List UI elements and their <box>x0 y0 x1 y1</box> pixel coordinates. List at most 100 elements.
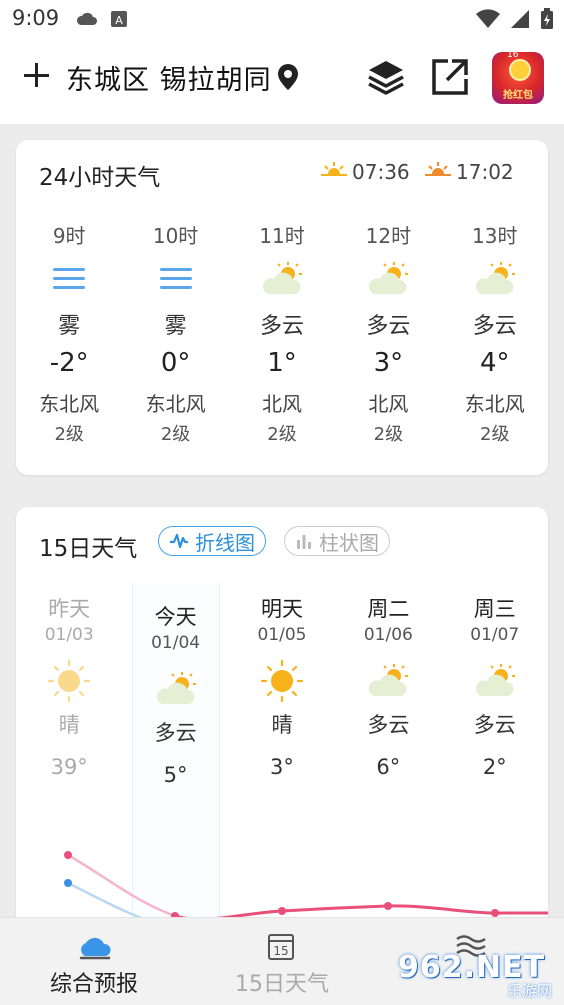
hour-temp: 0° <box>160 348 191 378</box>
day-temp: 2° <box>482 755 507 779</box>
day-item[interactable]: 明天 01/05 晴 3° <box>229 593 335 787</box>
day-condition: 多云 <box>473 713 516 737</box>
watermark-sub: 乐游网 <box>506 982 552 1000</box>
high-temp-point-tomorrow <box>278 907 286 915</box>
hour-time: 12时 <box>365 224 412 248</box>
signal-icon <box>511 10 529 28</box>
battery-icon <box>541 8 553 29</box>
day-date: 01/05 <box>257 625 307 645</box>
hour-wind-level: 2级 <box>373 424 404 445</box>
fog-icon <box>159 268 192 289</box>
sunset-time: 17:02 <box>456 160 514 184</box>
day-condition: 多云 <box>367 713 410 737</box>
day-name: 昨天 <box>48 597 91 621</box>
hour-item: 10时 雾 0° 东北风 2级 <box>122 220 228 446</box>
tab-bar-chart[interactable]: 柱状图 <box>284 526 390 556</box>
temperature-trend-chart <box>64 851 548 927</box>
site-watermark: 962.NET 乐游网 <box>398 950 558 1000</box>
hour-wind-level: 2级 <box>54 424 84 445</box>
sunny-icon <box>48 659 91 703</box>
share-button[interactable] <box>430 57 470 97</box>
hour-condition: 多云 <box>259 314 304 339</box>
hour-temp: 4° <box>479 348 510 378</box>
low-temp-point-yesterday <box>64 879 72 887</box>
hour-time: 13时 <box>472 224 518 248</box>
status-time: 9:09 <box>12 6 60 30</box>
app-notification-icon: A <box>111 11 127 27</box>
partly-cloudy-icon <box>262 262 302 294</box>
day-temp: 5° <box>163 763 188 787</box>
hour-wind: 北风 <box>261 392 302 416</box>
tab-line-chart[interactable]: 折线图 <box>158 526 266 556</box>
partly-cloudy-icon <box>156 672 196 704</box>
hourly-list[interactable]: 9时 雾 -2° 东北风 2级 10时 雾 0° 东北风 2级 11时 多云 1… <box>16 220 548 446</box>
nav-forecast[interactable]: 综合预报 <box>0 918 188 1005</box>
day-date: 01/06 <box>363 625 413 645</box>
coin-icon <box>509 59 531 81</box>
high-temp-point-yesterday <box>64 851 72 859</box>
sunny-icon <box>260 659 304 703</box>
wifi-icon <box>476 9 500 28</box>
hour-condition: 雾 <box>164 314 187 339</box>
day-item[interactable]: 周二 01/06 多云 6° <box>335 593 441 787</box>
hour-time: 10时 <box>152 224 199 248</box>
tab-bar-label: 柱状图 <box>319 530 379 555</box>
nav-15day-label: 15日天气 <box>235 972 329 997</box>
layers-button[interactable] <box>366 58 406 96</box>
hour-item: 11时 多云 1° 北风 2级 <box>229 220 335 446</box>
day-date: 01/03 <box>44 625 94 645</box>
day-name: 周二 <box>367 597 410 621</box>
red-packet-button[interactable]: 16 抢红包 <box>492 52 544 104</box>
cloud-notification-icon <box>76 12 97 25</box>
hourly-title: 24小时天气 <box>39 165 161 191</box>
high-temp-line-past <box>67 853 176 918</box>
day-condition: 多云 <box>154 721 197 745</box>
day-item[interactable]: 周三 01/07 多云 2° <box>442 593 548 787</box>
day-name: 明天 <box>260 597 303 621</box>
day-item[interactable]: 今天 01/04 多云 5° <box>122 601 228 787</box>
add-city-button[interactable] <box>22 60 52 90</box>
sunrise-time: 07:36 <box>352 160 410 184</box>
hour-item: 12时 多云 3° 北风 2级 <box>335 220 441 446</box>
line-chart-icon <box>170 533 188 549</box>
partly-cloudy-icon <box>369 664 409 696</box>
day-condition: 晴 <box>58 713 80 737</box>
hour-condition: 多云 <box>472 314 517 339</box>
hour-wind: 东北风 <box>464 392 525 416</box>
tab-line-label: 折线图 <box>195 530 255 555</box>
app-header: 东城区 锡拉胡同 16 抢红包 <box>0 38 564 124</box>
hour-wind-level: 2级 <box>267 424 297 445</box>
hour-wind: 东北风 <box>39 392 100 416</box>
sunset-icon <box>424 162 452 183</box>
red-packet-badge: 16 <box>507 52 519 60</box>
high-temp-point-wed <box>491 909 499 917</box>
hour-temp: -2° <box>49 348 89 378</box>
nav-forecast-label: 综合预报 <box>49 972 138 997</box>
calendar-icon: 15 <box>268 934 294 960</box>
partly-cloudy-icon <box>475 664 515 696</box>
daily-list[interactable]: 昨天 01/03 晴 39° 今天 01/04 多云 5° 明天 01/05 晴… <box>16 593 548 787</box>
sunset: 17:02 <box>424 160 514 184</box>
partly-cloudy-icon <box>475 262 515 294</box>
hour-wind: 北风 <box>368 392 409 416</box>
day-date: 01/04 <box>151 633 201 653</box>
red-packet-label: 抢红包 <box>503 90 533 101</box>
hour-wind: 东北风 <box>145 392 206 416</box>
hour-time: 9时 <box>52 224 86 248</box>
high-temp-point-tue <box>384 902 392 910</box>
nav-15day[interactable]: 15 15日天气 <box>188 918 376 1005</box>
sunrise-icon <box>320 162 348 183</box>
daily-title: 15日天气 <box>39 536 138 562</box>
fog-icon <box>53 268 86 289</box>
day-condition: 晴 <box>271 713 293 737</box>
location-title[interactable]: 东城区 锡拉胡同 <box>66 58 272 97</box>
day-item[interactable]: 昨天 01/03 晴 39° <box>16 593 122 787</box>
svg-text:A: A <box>115 14 123 27</box>
calendar-number: 15 <box>273 944 288 958</box>
hour-wind-level: 2级 <box>160 424 191 445</box>
day-temp: 3° <box>270 755 294 779</box>
hour-time: 11时 <box>259 224 305 248</box>
cloud-icon <box>79 937 111 960</box>
partly-cloudy-icon <box>369 262 409 294</box>
hour-wind-level: 2级 <box>480 424 510 445</box>
